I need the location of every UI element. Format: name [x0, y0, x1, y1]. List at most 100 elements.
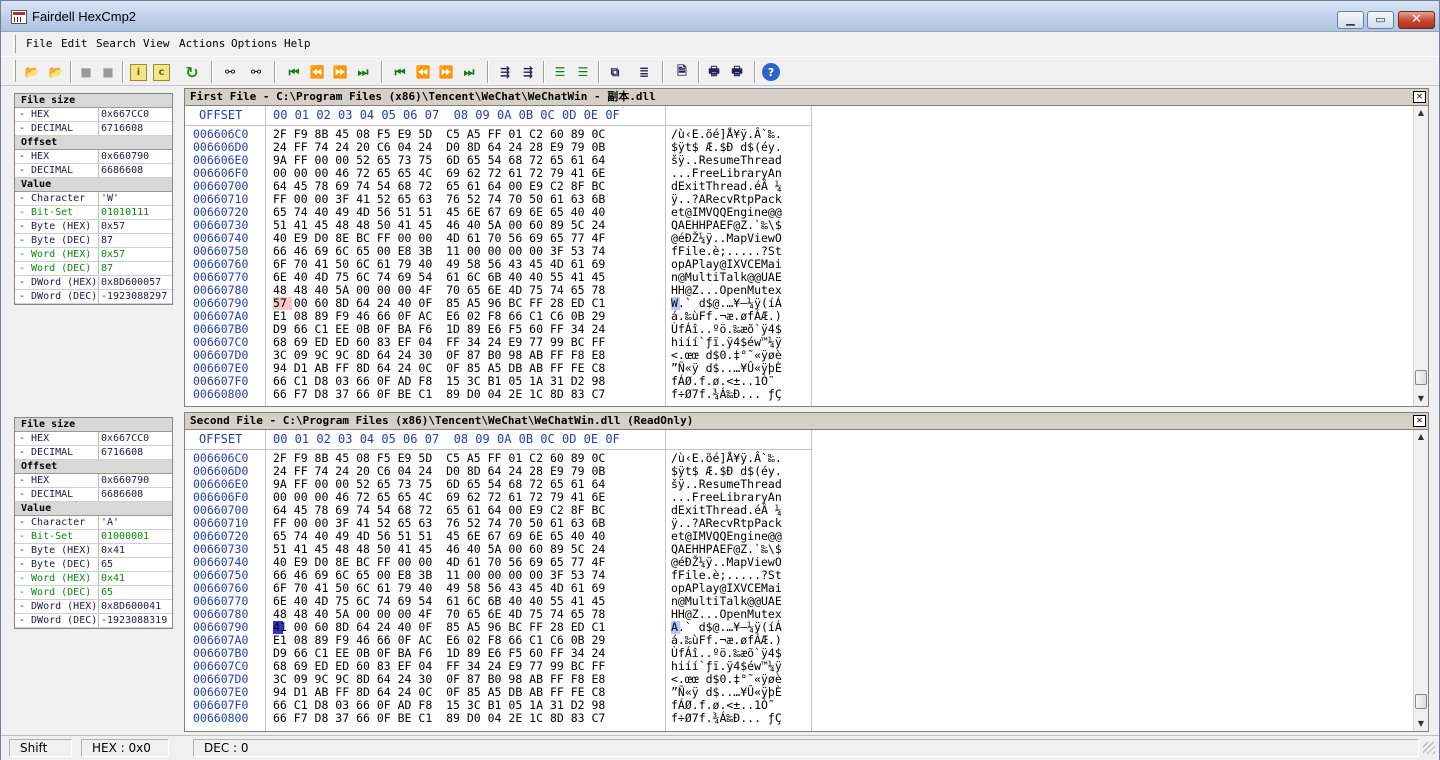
info-label: - Character [15, 516, 99, 529]
row-ascii[interactable]: f÷Ø7f.¾Á‰Ð... ƒÇ [671, 388, 782, 401]
info-label: - DWord (DEC) [15, 290, 99, 303]
print-preview-icon[interactable]: 🖶 [727, 62, 747, 82]
menu-edit[interactable]: Edit [61, 37, 88, 50]
open-file-1-icon[interactable]: 📂 [22, 62, 42, 82]
last-block-icon[interactable]: ⏭ [459, 62, 479, 82]
scroll-down-icon[interactable]: ▼ [1414, 392, 1428, 406]
open-file-2-icon[interactable]: 📂 [46, 62, 66, 82]
info-value: 6686608 [101, 165, 144, 176]
menu-bar: File Edit Search View Actions Options He… [1, 32, 1439, 56]
print-icon[interactable]: 🖶 [704, 62, 724, 82]
info-label: - Word (HEX) [15, 248, 99, 261]
value-info-panel: File size - HEX 0x667CC0- DECIMAL 6716608 Of… [14, 93, 173, 305]
menubar-grip[interactable] [13, 35, 16, 53]
close-icon[interactable]: ✕ [1413, 91, 1426, 103]
refresh-icon[interactable]: ↻ [182, 62, 202, 82]
menu-view[interactable]: View [143, 37, 170, 50]
info-row: - Character 'A' [15, 516, 172, 530]
sync-icon[interactable]: ⇶ [495, 62, 515, 82]
info-label: - Byte (HEX) [15, 220, 99, 233]
offset-header: OFFSET [199, 108, 243, 122]
first-diff-icon[interactable]: ⏮ [284, 62, 304, 82]
close-button[interactable]: ✕ [1398, 11, 1435, 29]
menu-help[interactable]: Help [284, 37, 311, 50]
info-row: - DECIMAL 6716608 [15, 122, 172, 136]
help-icon[interactable]: ? [762, 63, 780, 81]
first-file-pane: File size - HEX 0x667CC0- DECIMAL 6716608 Of… [1, 88, 1439, 407]
info-row: - HEX 0x667CC0 [15, 108, 172, 122]
last-diff-icon[interactable]: ⏭ [353, 62, 373, 82]
scroll-down-icon[interactable]: ▼ [1414, 717, 1428, 731]
find-next-icon[interactable]: ⚯ [246, 62, 266, 82]
status-bar: Shift HEX : 0x0 DEC : 0 [1, 735, 1439, 760]
sync2-icon[interactable]: ⇶ [518, 62, 538, 82]
info-value: 0x41 [101, 545, 126, 556]
info-label: - Word (DEC) [15, 586, 99, 599]
info-row: - HEX 0x660790 [15, 150, 172, 164]
info-row: - HEX 0x667CC0 [15, 432, 172, 446]
info-section-header: Offset [15, 460, 172, 474]
row-ascii[interactable]: f÷Ø7f.¾Á‰Ð... ƒÇ [671, 712, 782, 725]
vertical-scrollbar[interactable]: ▲ ▼ [1413, 106, 1428, 406]
doc-icon[interactable]: 🗎 [672, 62, 692, 82]
info-label: - Character [15, 192, 99, 205]
compare-icon[interactable]: ⧉ [605, 62, 625, 82]
scroll-thumb[interactable] [1415, 694, 1427, 709]
second-file-pane: File size - HEX 0x667CC0- DECIMAL 6716608 Of… [1, 412, 1439, 732]
toolbar-grip[interactable] [13, 60, 16, 82]
hex-view[interactable]: First File - C:\Program Files (x86)\Tenc… [184, 88, 1429, 407]
vertical-scrollbar[interactable]: ▲ ▼ [1413, 430, 1428, 731]
scroll-up-icon[interactable]: ▲ [1414, 106, 1428, 120]
close-icon[interactable]: ✕ [1413, 415, 1426, 427]
align-right-icon[interactable]: ☰ [573, 62, 593, 82]
scroll-up-icon[interactable]: ▲ [1414, 430, 1428, 444]
info-row: - HEX 0x660790 [15, 474, 172, 488]
info-row: - Word (HEX) 0x41 [15, 572, 172, 586]
first-block-icon[interactable]: ⏮ [390, 62, 410, 82]
info-value: 0x660790 [101, 475, 150, 486]
info-icon[interactable]: i [130, 64, 147, 81]
list-icon[interactable]: ≣ [634, 62, 654, 82]
align-left-icon[interactable]: ☰ [550, 62, 570, 82]
info-value: 0x57 [101, 221, 126, 232]
prev-block-icon[interactable]: ⏪ [413, 62, 433, 82]
copy-icon[interactable]: c [153, 64, 170, 81]
info-value: 0x8D600041 [101, 601, 162, 612]
resize-grip[interactable] [1423, 742, 1435, 754]
info-label: - DWord (DEC) [15, 614, 99, 627]
app-icon [11, 10, 27, 24]
menu-options[interactable]: Options [231, 37, 277, 50]
title-bar[interactable]: Fairdell HexCmp2 ▁ ▭ ✕ [1, 1, 1439, 32]
row-hex-bytes[interactable]: 66 F7 D8 37 66 0F BE C1 89 D0 04 2E 1C 8… [273, 388, 605, 401]
next-diff-icon[interactable]: ⏩ [330, 62, 350, 82]
hex-grid[interactable]: OFFSET 00 01 02 03 04 05 06 07 08 09 0A … [185, 430, 1415, 731]
info-label: - Word (HEX) [15, 572, 99, 585]
hex-grid[interactable]: OFFSET 00 01 02 03 04 05 06 07 08 09 0A … [185, 106, 1415, 406]
menu-search[interactable]: Search [96, 37, 136, 50]
info-row: - Word (DEC) 65 [15, 586, 172, 600]
disabled-icon[interactable]: ■ [76, 62, 96, 82]
info-label: - HEX [15, 474, 99, 487]
menu-file[interactable]: File [26, 37, 53, 50]
minimize-button[interactable]: ▁ [1337, 11, 1364, 29]
info-label: - DECIMAL [15, 164, 99, 177]
byte-header: 00 01 02 03 04 05 06 07 08 09 0A 0B 0C 0… [273, 108, 620, 122]
status-dec: DEC : 0 [193, 739, 1419, 757]
disabled-icon[interactable]: ■ [98, 62, 118, 82]
hex-view[interactable]: Second File - C:\Program Files (x86)\Ten… [184, 412, 1429, 732]
info-label: - DECIMAL [15, 488, 99, 501]
next-block-icon[interactable]: ⏩ [436, 62, 456, 82]
info-value: 0x57 [101, 249, 126, 260]
info-value: 6716608 [101, 447, 144, 458]
info-value: 65 [101, 559, 114, 570]
find-icon[interactable]: ⚯ [220, 62, 240, 82]
window-title: Fairdell HexCmp2 [32, 9, 137, 24]
info-row: - Byte (HEX) 0x41 [15, 544, 172, 558]
scroll-thumb[interactable] [1415, 370, 1427, 385]
prev-diff-icon[interactable]: ⏪ [307, 62, 327, 82]
info-label: - HEX [15, 150, 99, 163]
row-hex-bytes[interactable]: 66 F7 D8 37 66 0F BE C1 89 D0 04 2E 1C 8… [273, 712, 605, 725]
byte-header: 00 01 02 03 04 05 06 07 08 09 0A 0B 0C 0… [273, 432, 620, 446]
maximize-button[interactable]: ▭ [1367, 11, 1394, 29]
menu-actions[interactable]: Actions [179, 37, 225, 50]
